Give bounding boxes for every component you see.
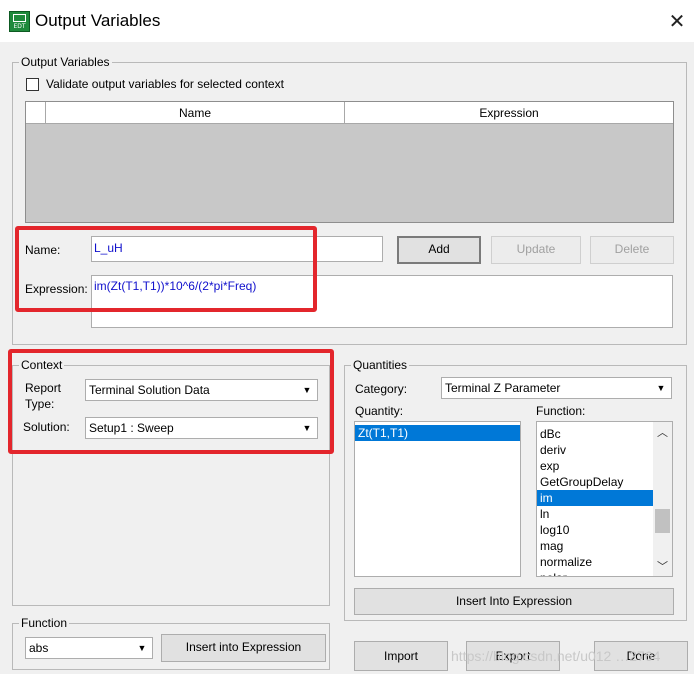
function-insert-button[interactable]: Insert into Expression (161, 634, 326, 662)
list-item[interactable]: polar (537, 570, 653, 576)
list-item[interactable]: GetGroupDelay (537, 474, 653, 490)
chevron-down-icon[interactable]: ▼ (651, 379, 670, 397)
validate-checkbox[interactable] (26, 78, 39, 91)
watermark-text: https://blog.csdn.net/u012 …2764 (451, 648, 661, 664)
column-header-expression[interactable]: Expression (345, 102, 673, 124)
solution-select[interactable]: Setup1 : Sweep ▼ (85, 417, 318, 439)
solution-label: Solution: (23, 420, 70, 434)
name-label: Name: (25, 243, 61, 257)
list-item[interactable]: Zt(T1,T1) (355, 425, 520, 441)
solution-value: Setup1 : Sweep (89, 421, 174, 435)
close-icon[interactable]: ✕ (664, 9, 690, 35)
quantity-label: Quantity: (355, 404, 404, 418)
list-item[interactable]: mag (537, 538, 653, 554)
function-legend: Function (21, 616, 68, 630)
scroll-up-icon[interactable]: ︿ (653, 424, 672, 440)
variables-table[interactable]: Name Expression (25, 101, 674, 223)
function-list[interactable]: dBc deriv exp GetGroupDelay im ln log10 … (536, 421, 673, 577)
table-corner-cell (26, 102, 46, 124)
category-value: Terminal Z Parameter (445, 381, 561, 395)
quantity-list[interactable]: Zt(T1,T1) (354, 421, 521, 577)
name-field-value: L_uH (94, 241, 123, 255)
report-type-select[interactable]: Terminal Solution Data ▼ (85, 379, 318, 401)
category-label: Category: (355, 382, 408, 396)
column-header-name[interactable]: Name (46, 102, 345, 124)
validate-label: Validate output variables for selected c… (46, 77, 284, 91)
expression-label: Expression: (25, 282, 88, 296)
chevron-down-icon[interactable]: ▼ (297, 419, 316, 437)
import-button[interactable]: Import (354, 641, 448, 671)
list-item[interactable]: im (537, 490, 653, 506)
expression-field[interactable]: im(Zt(T1,T1))*10^6/(2*pi*Freq) (91, 275, 673, 328)
report-type-value: Terminal Solution Data (89, 383, 210, 397)
scroll-down-icon[interactable]: ﹀ (653, 558, 672, 574)
report-type-label: Report Type: (25, 381, 62, 411)
list-item[interactable]: log10 (537, 522, 653, 538)
delete-button[interactable]: Delete (590, 236, 674, 264)
function-select[interactable]: abs ▼ (25, 637, 153, 659)
category-select[interactable]: Terminal Z Parameter ▼ (441, 377, 672, 399)
name-field[interactable]: L_uH (91, 236, 383, 262)
window-title: Output Variables (35, 11, 161, 30)
list-item[interactable]: ln (537, 506, 653, 522)
context-legend: Context (21, 358, 63, 372)
scrollbar-thumb[interactable] (655, 509, 670, 533)
expression-field-value: im(Zt(T1,T1))*10^6/(2*pi*Freq) (94, 279, 257, 293)
list-item[interactable]: normalize (537, 554, 653, 570)
update-button[interactable]: Update (491, 236, 581, 264)
edt-app-icon: EDT (9, 11, 30, 32)
list-item[interactable]: deriv (537, 442, 653, 458)
quantities-legend: Quantities (353, 358, 408, 372)
chevron-down-icon[interactable]: ▼ (132, 639, 151, 657)
function-list-scrollbar[interactable]: ︿ ﹀ (653, 422, 672, 576)
function-select-value: abs (29, 641, 49, 655)
chevron-down-icon[interactable]: ▼ (297, 381, 316, 399)
insert-into-expression-button[interactable]: Insert Into Expression (354, 588, 674, 615)
list-item[interactable]: dBc (537, 426, 653, 442)
function-label: Function: (536, 404, 586, 418)
add-button[interactable]: Add (397, 236, 481, 264)
list-item[interactable]: exp (537, 458, 653, 474)
output-variables-legend: Output Variables (21, 55, 110, 69)
app-icon-label: EDT (13, 23, 26, 30)
